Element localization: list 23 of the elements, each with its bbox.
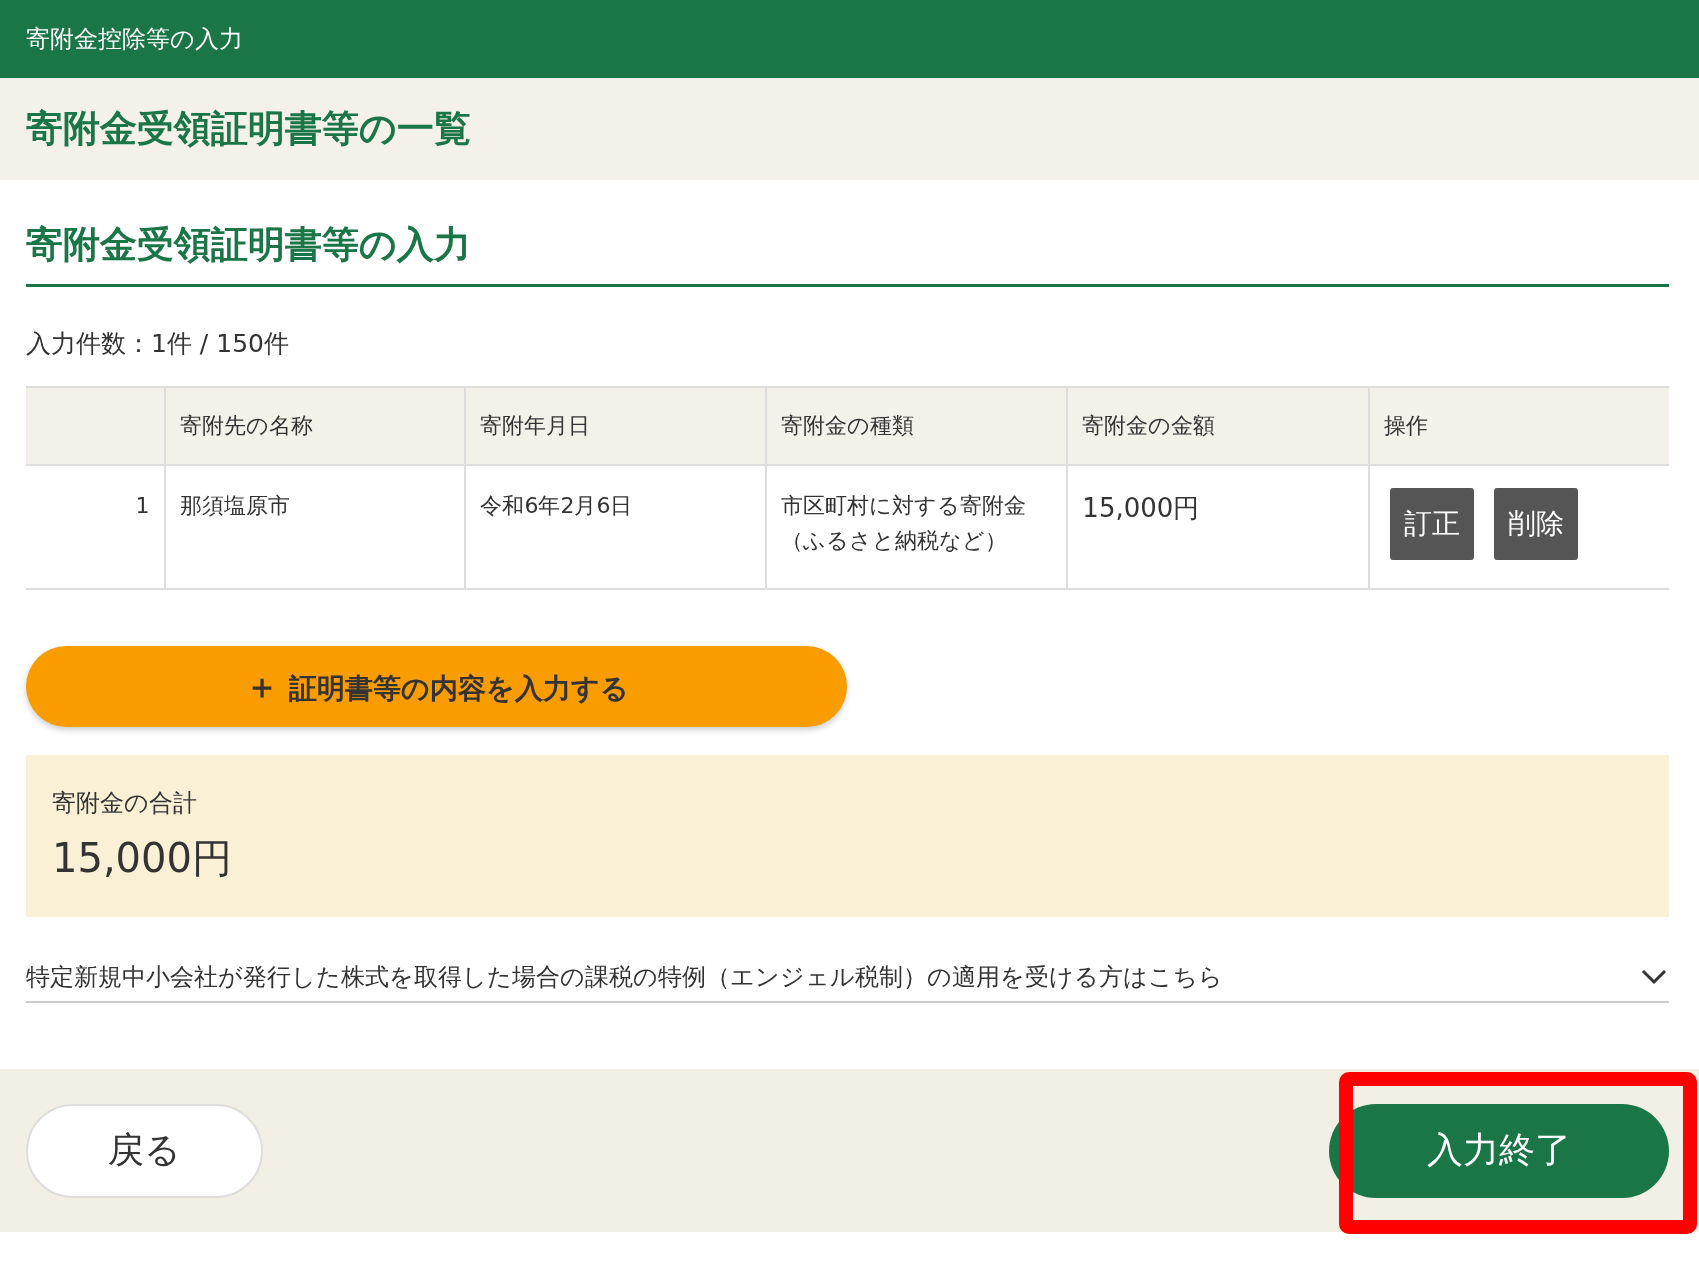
total-label: 寄附金の合計 bbox=[52, 787, 198, 819]
total-amount: 15,000円 bbox=[52, 833, 233, 883]
column-header: 寄附金の金額 bbox=[1067, 387, 1369, 465]
table-cell: 市区町村に対する寄附金（ふるさと納税など） bbox=[766, 465, 1068, 589]
column-header: 寄附先の名称 bbox=[164, 387, 466, 465]
delete-button[interactable]: 削除 bbox=[1493, 488, 1578, 560]
back-button[interactable]: 戻る bbox=[26, 1103, 263, 1198]
chevron-icon[interactable] bbox=[1641, 969, 1667, 985]
finish-button[interactable]: 入力終了 bbox=[1329, 1103, 1669, 1198]
accordion-link[interactable]: 特定新規中小会社が発行した株式を取得した場合の課税の特例（エンジェル税制）の適用を受ける方はこちら bbox=[26, 961, 1223, 993]
page-title: 寄附金受領証明書等の一覧 bbox=[26, 106, 471, 152]
column-header: 操作 bbox=[1368, 387, 1669, 465]
table-cell: 那須塩原市 bbox=[164, 465, 466, 589]
column-header: 寄附金の種類 bbox=[766, 387, 1068, 465]
table-cell: 1 bbox=[26, 465, 165, 589]
edit-button[interactable]: 訂正 bbox=[1389, 488, 1474, 560]
section-heading: 寄附金受領証明書等の入力 bbox=[26, 220, 1669, 287]
table-cell: 15,000円 bbox=[1067, 465, 1369, 589]
header-title: 寄附金控除等の入力 bbox=[26, 24, 243, 55]
add-entry-button[interactable]: ＋ 証明書等の内容を入力する bbox=[26, 646, 847, 727]
entry-count: 入力件数：1件 / 150件 bbox=[26, 328, 290, 360]
table-cell: 令和6年2月6日 bbox=[465, 465, 767, 589]
column-header: 寄附年月日 bbox=[465, 387, 767, 465]
